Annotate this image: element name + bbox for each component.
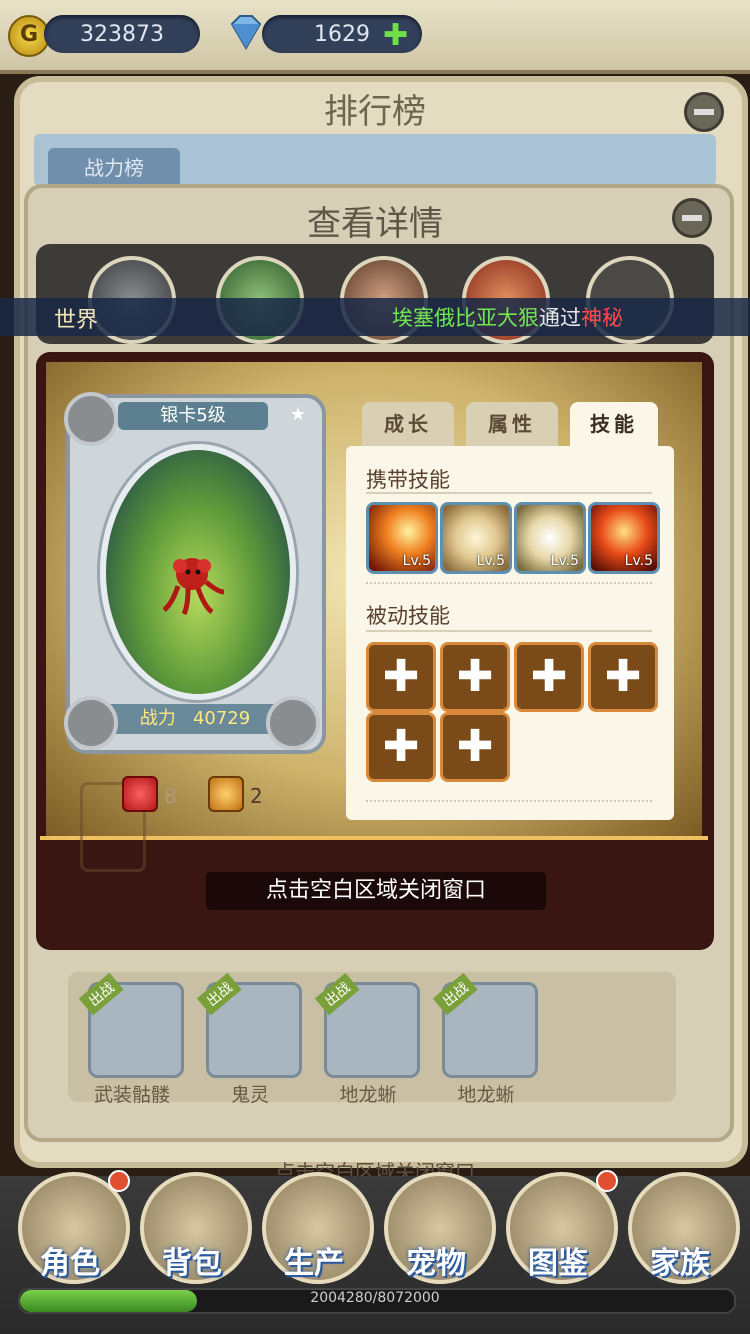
tornado-icon[interactable]: Lv.5 [514,502,586,574]
notification-dot [596,1170,618,1192]
plus-icon: ✚ [604,651,642,702]
power-label: 战力 [139,708,176,729]
red-gem-icon [122,776,158,812]
orange-gem-icon [208,776,244,812]
nav-backpack-label: 背包 [162,1246,222,1281]
team-member[interactable]: 出战 [78,972,184,1078]
power-value: 40729 [192,708,251,729]
card-corner [64,392,118,446]
chat-player-name: 埃塞俄比亚大狠 [392,306,539,330]
plus-icon: ✚ [530,651,568,702]
chat-text: 通过 [539,306,581,330]
detail-close-button[interactable] [672,198,712,238]
whirlwind-icon[interactable]: Lv.5 [440,502,512,574]
plus-icon: ✚ [456,721,494,772]
tab-power-ranking[interactable]: 战力榜 [48,148,180,186]
gold-amount: 323873 [44,15,200,53]
card-rank-label: 银卡5级 [118,402,268,430]
red-gem-count: 8 [164,784,177,808]
add-passive-skill-button[interactable]: ✚ [366,642,436,712]
add-passive-skill-button[interactable]: ✚ [366,712,436,782]
team-member-name: 武装骷髅 [93,1084,170,1106]
plus-icon: ✚ [382,721,420,772]
divider [366,582,652,584]
tab-growth[interactable]: 成长 [362,402,454,446]
chat-message: 埃塞俄比亚大狠通过神秘 [392,302,640,332]
team-member-name: 地龙蜥 [457,1084,515,1106]
ghost-creature-icon [162,558,225,616]
nav-character-label: 角色 [40,1246,100,1281]
passive-skills-title: 被动技能 [366,604,450,628]
notification-dot [108,1170,130,1192]
tab-attributes[interactable]: 属性 [466,402,558,446]
leaderboard-title: 排行榜 [324,92,426,132]
chat-highlight: 神秘 [581,306,623,330]
flame-burst-icon[interactable]: Lv.5 [588,502,660,574]
card-power: 战力 40729 [100,704,290,734]
carried-skills-title: 携带技能 [366,468,450,492]
add-passive-skill-button[interactable]: ✚ [588,642,658,712]
tab-skills[interactable]: 技能 [570,402,658,446]
nav-guild-label: 家族 [650,1246,710,1281]
team-member[interactable]: 出战 [432,972,538,1078]
skill-level: Lv.5 [476,553,505,569]
fire-strike-icon[interactable]: Lv.5 [366,502,438,574]
diamond-icon [230,15,262,50]
team-member-name: 地龙蜥 [339,1084,397,1106]
card-corner [266,696,320,750]
plus-icon: ✚ [456,651,494,702]
chat-channel: 世界 [54,308,99,333]
add-passive-skill-button[interactable]: ✚ [514,642,584,712]
skill-level: Lv.5 [550,553,579,569]
star-icon: ★ [290,404,307,425]
add-passive-skill-button[interactable]: ✚ [440,712,510,782]
skill-level: Lv.5 [402,553,431,569]
leaderboard-close-button[interactable] [684,92,724,132]
nav-pet-label: 宠物 [406,1246,466,1281]
detail-title: 查看详情 [307,204,443,244]
experience-text: 2004280/8072000 [310,1290,440,1306]
add-diamond-button[interactable]: ✚ [383,18,408,53]
plus-icon: ✚ [382,651,420,702]
team-member[interactable]: 出战 [196,972,302,1078]
divider [366,630,652,632]
card-corner [64,696,118,750]
divider [366,492,652,494]
nav-codex-label: 图鉴 [528,1246,588,1281]
orange-gem-count: 2 [250,784,263,808]
close-hint[interactable]: 点击空白区域关闭窗口 [206,872,546,910]
team-member-name: 鬼灵 [230,1084,269,1106]
team-member[interactable]: 出战 [314,972,420,1078]
add-passive-skill-button[interactable]: ✚ [440,642,510,712]
divider [366,800,652,802]
nav-production-label: 生产 [284,1246,344,1281]
skill-level: Lv.5 [624,553,653,569]
